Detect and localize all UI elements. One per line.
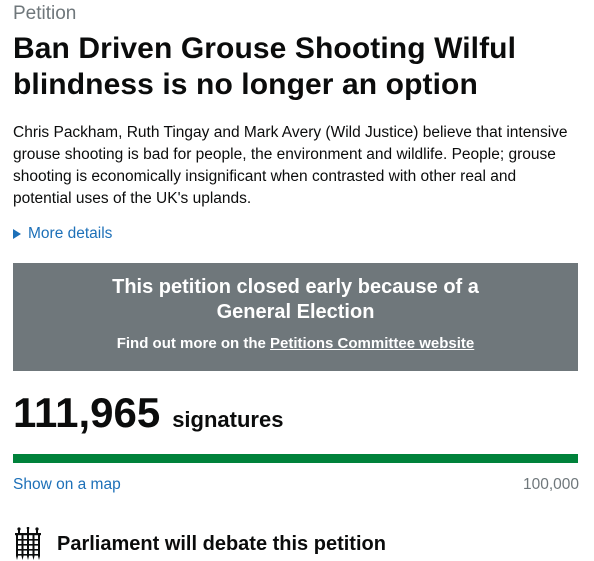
debate-section: Parliament will debate this petition — [13, 527, 579, 561]
signature-count: 111,965 — [13, 389, 161, 436]
portcullis-icon — [15, 527, 41, 560]
signature-progress-bar — [13, 454, 578, 463]
banner-headline: This petition closed early because of a … — [112, 276, 479, 323]
caret-right-icon — [13, 229, 21, 239]
signature-progress-fill — [13, 454, 578, 463]
banner-subtext: Find out more on the Petitions Committee… — [13, 334, 578, 354]
petition-description: Chris Packham, Ruth Tingay and Mark Aver… — [13, 124, 568, 207]
petition-page: Petition Ban Driven Grouse Shooting Wilf… — [13, 0, 579, 561]
more-details-toggle[interactable]: More details — [13, 224, 579, 244]
debate-heading: Parliament will debate this petition — [57, 533, 386, 555]
more-details-label: More details — [28, 225, 113, 242]
petition-kicker: Petition — [13, 3, 77, 24]
signature-count-row: 111,965 signatures — [13, 389, 579, 437]
signature-target: 100,000 — [522, 476, 579, 493]
closed-status-banner: This petition closed early because of a … — [13, 263, 578, 371]
progress-meta-row: Show on a map 100,000 — [13, 475, 579, 495]
petitions-committee-link[interactable]: Petitions Committee website — [270, 335, 474, 352]
petition-title: Ban Driven Grouse Shooting Wilful blindn… — [13, 32, 517, 101]
banner-sub-prefix: Find out more on the — [116, 335, 271, 352]
show-on-map-link[interactable]: Show on a map — [13, 475, 121, 495]
signature-count-label: signatures — [172, 407, 284, 432]
